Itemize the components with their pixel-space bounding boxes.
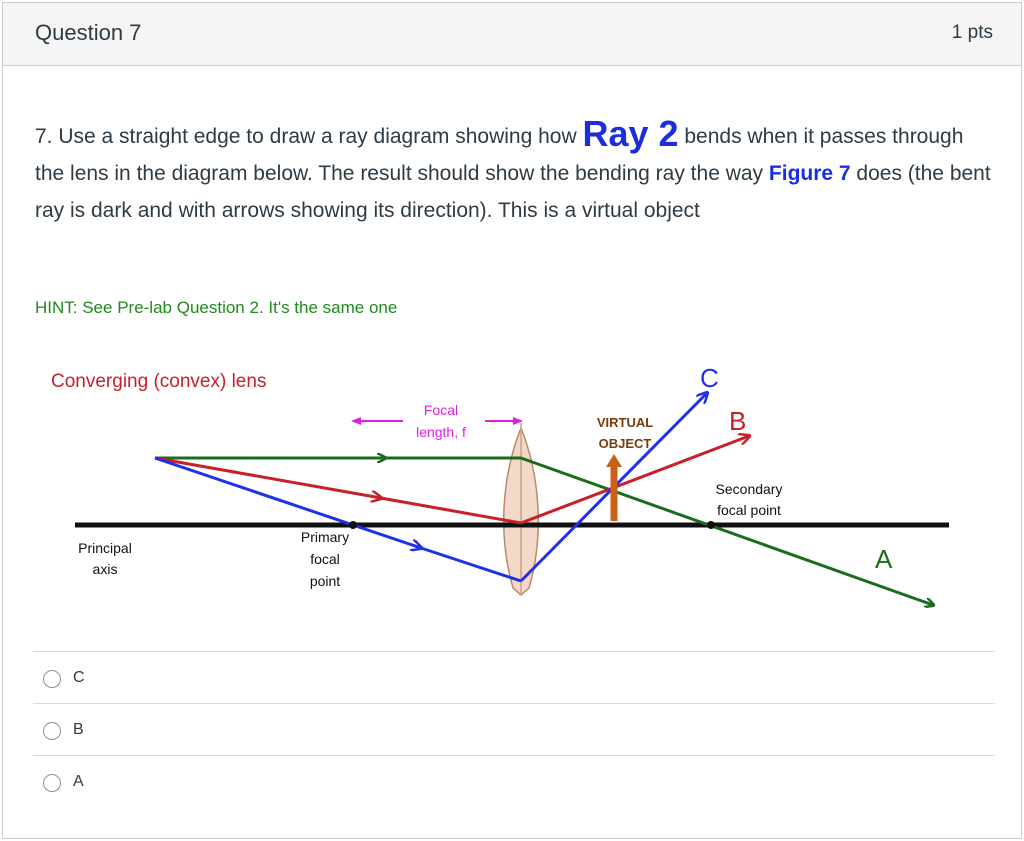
primary-label-2: focal: [310, 551, 340, 567]
answer-label-c[interactable]: C: [73, 669, 85, 687]
red-ray-in-1: [155, 458, 381, 498]
secondary-label-2: focal point: [717, 502, 781, 518]
red-ray-in-2: [375, 497, 521, 523]
primary-label-3: point: [310, 573, 340, 589]
secondary-focal-point-dot: [707, 521, 715, 529]
ray-b-label: B: [729, 406, 746, 436]
ray-c-label: C: [700, 363, 719, 393]
answer-option-a[interactable]: A: [33, 755, 995, 807]
question-text: 7. Use a straight edge to draw a ray dia…: [35, 115, 995, 229]
question-header: Question 7 1 pts: [3, 3, 1021, 66]
principal-label-2: axis: [93, 561, 118, 577]
radio-button-a[interactable]: [43, 774, 61, 792]
ray-diagram: Converging (convex) lens Focal length, f…: [3, 343, 1021, 643]
question-title: Question 7: [35, 20, 141, 46]
radio-button-c[interactable]: [43, 670, 61, 688]
question-card: Question 7 1 pts 7. Use a straight edge …: [2, 2, 1022, 839]
focal-label-1: Focal: [424, 402, 458, 418]
question-points: 1 pts: [952, 22, 993, 44]
virtual-object-head: [606, 454, 622, 467]
radio-button-b[interactable]: [43, 722, 61, 740]
primary-label-1: Primary: [301, 529, 349, 545]
question-text-part1: 7. Use a straight edge to draw a ray dia…: [35, 125, 582, 148]
answer-option-c[interactable]: C: [33, 651, 995, 703]
hint-text: HINT: See Pre-lab Question 2. It's the s…: [35, 298, 397, 318]
virtual-label-2: OBJECT: [599, 436, 652, 451]
figure-7-highlight: Figure 7: [769, 162, 851, 185]
ray-2-highlight: Ray 2: [582, 113, 678, 154]
blue-ray-in-1: [155, 458, 421, 548]
answer-label-b[interactable]: B: [73, 721, 84, 739]
answer-label-a[interactable]: A: [73, 773, 84, 791]
primary-focal-point-dot: [349, 521, 357, 529]
answer-option-b[interactable]: B: [33, 703, 995, 755]
principal-label-1: Principal: [78, 540, 132, 556]
focal-label-2: length, f: [416, 424, 466, 440]
secondary-label-1: Secondary: [716, 481, 783, 497]
ray-a-label: A: [875, 544, 893, 574]
virtual-label-1: VIRTUAL: [597, 415, 653, 430]
lens-title: Converging (convex) lens: [51, 371, 266, 392]
answer-list: C B A: [33, 651, 995, 807]
